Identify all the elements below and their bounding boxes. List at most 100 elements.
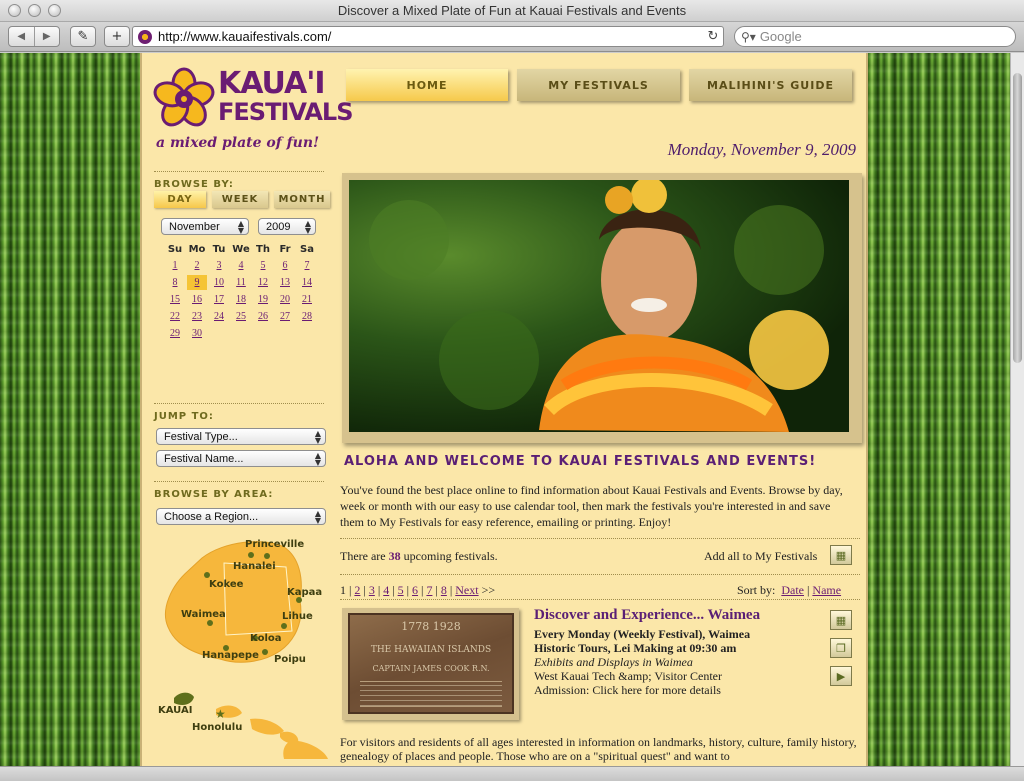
add-to-festivals-icon[interactable]: ▦	[830, 610, 852, 630]
browse-by-heading: BROWSE BY:	[154, 179, 234, 190]
historic-plaque-photo: 1778 1928 THE HAWAIIAN ISLANDS CAPTAIN J…	[348, 613, 514, 714]
calendar-day[interactable]: 29	[164, 325, 186, 342]
page-link[interactable]: 4	[383, 583, 389, 597]
festival-type-select[interactable]: Festival Type... ▲ ▼	[156, 428, 326, 445]
map-label-hanalei[interactable]: Hanalei	[233, 561, 276, 572]
add-bookmark-button[interactable]: +	[104, 26, 130, 47]
calendar-day[interactable]: 8	[164, 274, 186, 291]
page-link[interactable]: 3	[369, 583, 375, 597]
browse-tab-day[interactable]: DAY	[154, 191, 206, 208]
calendar-day[interactable]: 5	[252, 257, 274, 274]
calendar-day[interactable]: 12	[252, 274, 274, 291]
kauai-region-map[interactable]: Princeville Hanalei Kokee Kapaa Waimea L…	[154, 523, 334, 759]
add-calendar-icon[interactable]: ▦	[830, 545, 852, 565]
edit-bookmark-button[interactable]: ✎	[70, 26, 96, 47]
calendar-day[interactable]: 26	[252, 308, 274, 325]
calendar-day[interactable]: 24	[208, 308, 230, 325]
play-details-icon[interactable]: ▶	[830, 666, 852, 686]
calendar-day[interactable]: 13	[274, 274, 296, 291]
map-label-princeville[interactable]: Princeville	[245, 539, 304, 550]
forward-button[interactable]: ▶	[33, 27, 60, 46]
event-title-link[interactable]: Discover and Experience... Waimea	[534, 607, 760, 624]
plaque-engraving	[360, 681, 502, 707]
page-link[interactable]: 5	[398, 583, 404, 597]
calendar-day[interactable]: 23	[186, 308, 208, 325]
add-all-link[interactable]: Add all to My Festivals	[704, 549, 817, 564]
calendar-day[interactable]: 1	[164, 257, 186, 274]
page-link[interactable]: 7	[426, 583, 432, 597]
sort-by-name-link[interactable]: Name	[812, 583, 841, 597]
copy-event-icon[interactable]: ❐	[830, 638, 852, 658]
calendar-day[interactable]: 10	[208, 274, 230, 291]
star-icon: ★	[215, 707, 226, 721]
vertical-scrollbar[interactable]	[1010, 53, 1024, 766]
calendar-day[interactable]: 21	[296, 291, 318, 308]
calendar-day[interactable]: 3	[208, 257, 230, 274]
web-page: KAUA'I FESTIVALS a mixed plate of fun! H…	[0, 53, 1010, 766]
select-arrows-icon: ▲ ▼	[304, 219, 311, 235]
event-admission-link[interactable]: Admission: Click here for more details	[534, 683, 750, 697]
search-field[interactable]: ⚲▾ Google	[734, 26, 1016, 47]
map-label-lihue[interactable]: Lihue	[282, 611, 313, 622]
calendar-day[interactable]: 7	[296, 257, 318, 274]
window-titlebar: Discover a Mixed Plate of Fun at Kauai F…	[0, 0, 1024, 22]
reload-icon[interactable]: ↻	[703, 29, 723, 44]
site-logo[interactable]: KAUA'I FESTIVALS a mixed plate of fun!	[152, 67, 353, 157]
calendar-day[interactable]: 16	[186, 291, 208, 308]
page-link[interactable]: 6	[412, 583, 418, 597]
map-label-kauai[interactable]: KAUAI	[158, 705, 192, 716]
calendar-day[interactable]: 30	[186, 325, 208, 342]
url-text[interactable]: http://www.kauaifestivals.com/	[158, 29, 703, 44]
calendar-day[interactable]: 2	[186, 257, 208, 274]
browse-tab-month[interactable]: MONTH	[274, 191, 330, 208]
calendar-day[interactable]: 19	[252, 291, 274, 308]
scrollbar-thumb[interactable]	[1013, 73, 1022, 363]
calendar-day-empty	[252, 325, 274, 342]
map-label-kokee[interactable]: Kokee	[209, 579, 243, 590]
calendar-day[interactable]: 14	[296, 274, 318, 291]
tab-home[interactable]: HOME	[346, 69, 508, 101]
upcoming-suffix: upcoming festivals.	[403, 549, 498, 563]
calendar-day[interactable]: 11	[230, 274, 252, 291]
map-label-hanapepe[interactable]: Hanapepe	[202, 650, 259, 661]
page-link[interactable]: 2	[354, 583, 360, 597]
tab-malihinis-guide[interactable]: MALIHINI'S GUIDE	[689, 69, 852, 101]
browse-tab-week[interactable]: WEEK	[212, 191, 268, 208]
calendar-day[interactable]: 4	[230, 257, 252, 274]
map-label-honolulu[interactable]: Honolulu	[192, 722, 242, 733]
plaque-years: 1778 1928	[401, 620, 461, 633]
calendar-day[interactable]: 22	[164, 308, 186, 325]
calendar-day[interactable]: 18	[230, 291, 252, 308]
year-select[interactable]: 2009 ▲ ▼	[258, 218, 316, 235]
map-label-kapaa[interactable]: Kapaa	[287, 587, 322, 598]
page-link[interactable]: 8	[441, 583, 447, 597]
calendar-day[interactable]: 17	[208, 291, 230, 308]
calendar-day[interactable]: 28	[296, 308, 318, 325]
back-button[interactable]: ◀	[9, 27, 34, 46]
calendar-day-today[interactable]: 9	[186, 274, 208, 291]
map-label-koloa[interactable]: Koloa	[250, 633, 282, 644]
event-thumbnail[interactable]: 1778 1928 THE HAWAIIAN ISLANDS CAPTAIN J…	[342, 608, 519, 720]
festival-name-select[interactable]: Festival Name... ▲ ▼	[156, 450, 326, 467]
calendar-day[interactable]: 20	[274, 291, 296, 308]
sort-by-date-link[interactable]: Date	[781, 583, 804, 597]
pagination: 1 | 2 | 3 | 4 | 5 | 6 | 7 | 8 | Next >>	[340, 583, 496, 597]
month-select[interactable]: November ▲ ▼	[161, 218, 249, 235]
map-label-waimea[interactable]: Waimea	[181, 609, 226, 620]
weekday-label: Fr	[279, 243, 291, 255]
address-bar[interactable]: http://www.kauaifestivals.com/ ↻	[132, 26, 724, 47]
tab-my-festivals[interactable]: MY FESTIVALS	[517, 69, 680, 101]
calendar-day[interactable]: 6	[274, 257, 296, 274]
weekday-label: Tu	[212, 243, 226, 255]
next-page-link[interactable]: Next	[455, 583, 478, 597]
calendar-day[interactable]: 25	[230, 308, 252, 325]
region-select-value: Choose a Region...	[164, 510, 259, 523]
divider	[154, 403, 324, 404]
calendar-week-row: 22 23 24 25 26 27 28	[164, 308, 318, 325]
search-icon: ⚲▾	[741, 29, 756, 44]
month-select-value: November	[169, 220, 220, 233]
calendar-day[interactable]: 27	[274, 308, 296, 325]
map-label-poipu[interactable]: Poipu	[274, 654, 306, 665]
calendar-day[interactable]: 15	[164, 291, 186, 308]
hero-frame	[342, 173, 862, 443]
